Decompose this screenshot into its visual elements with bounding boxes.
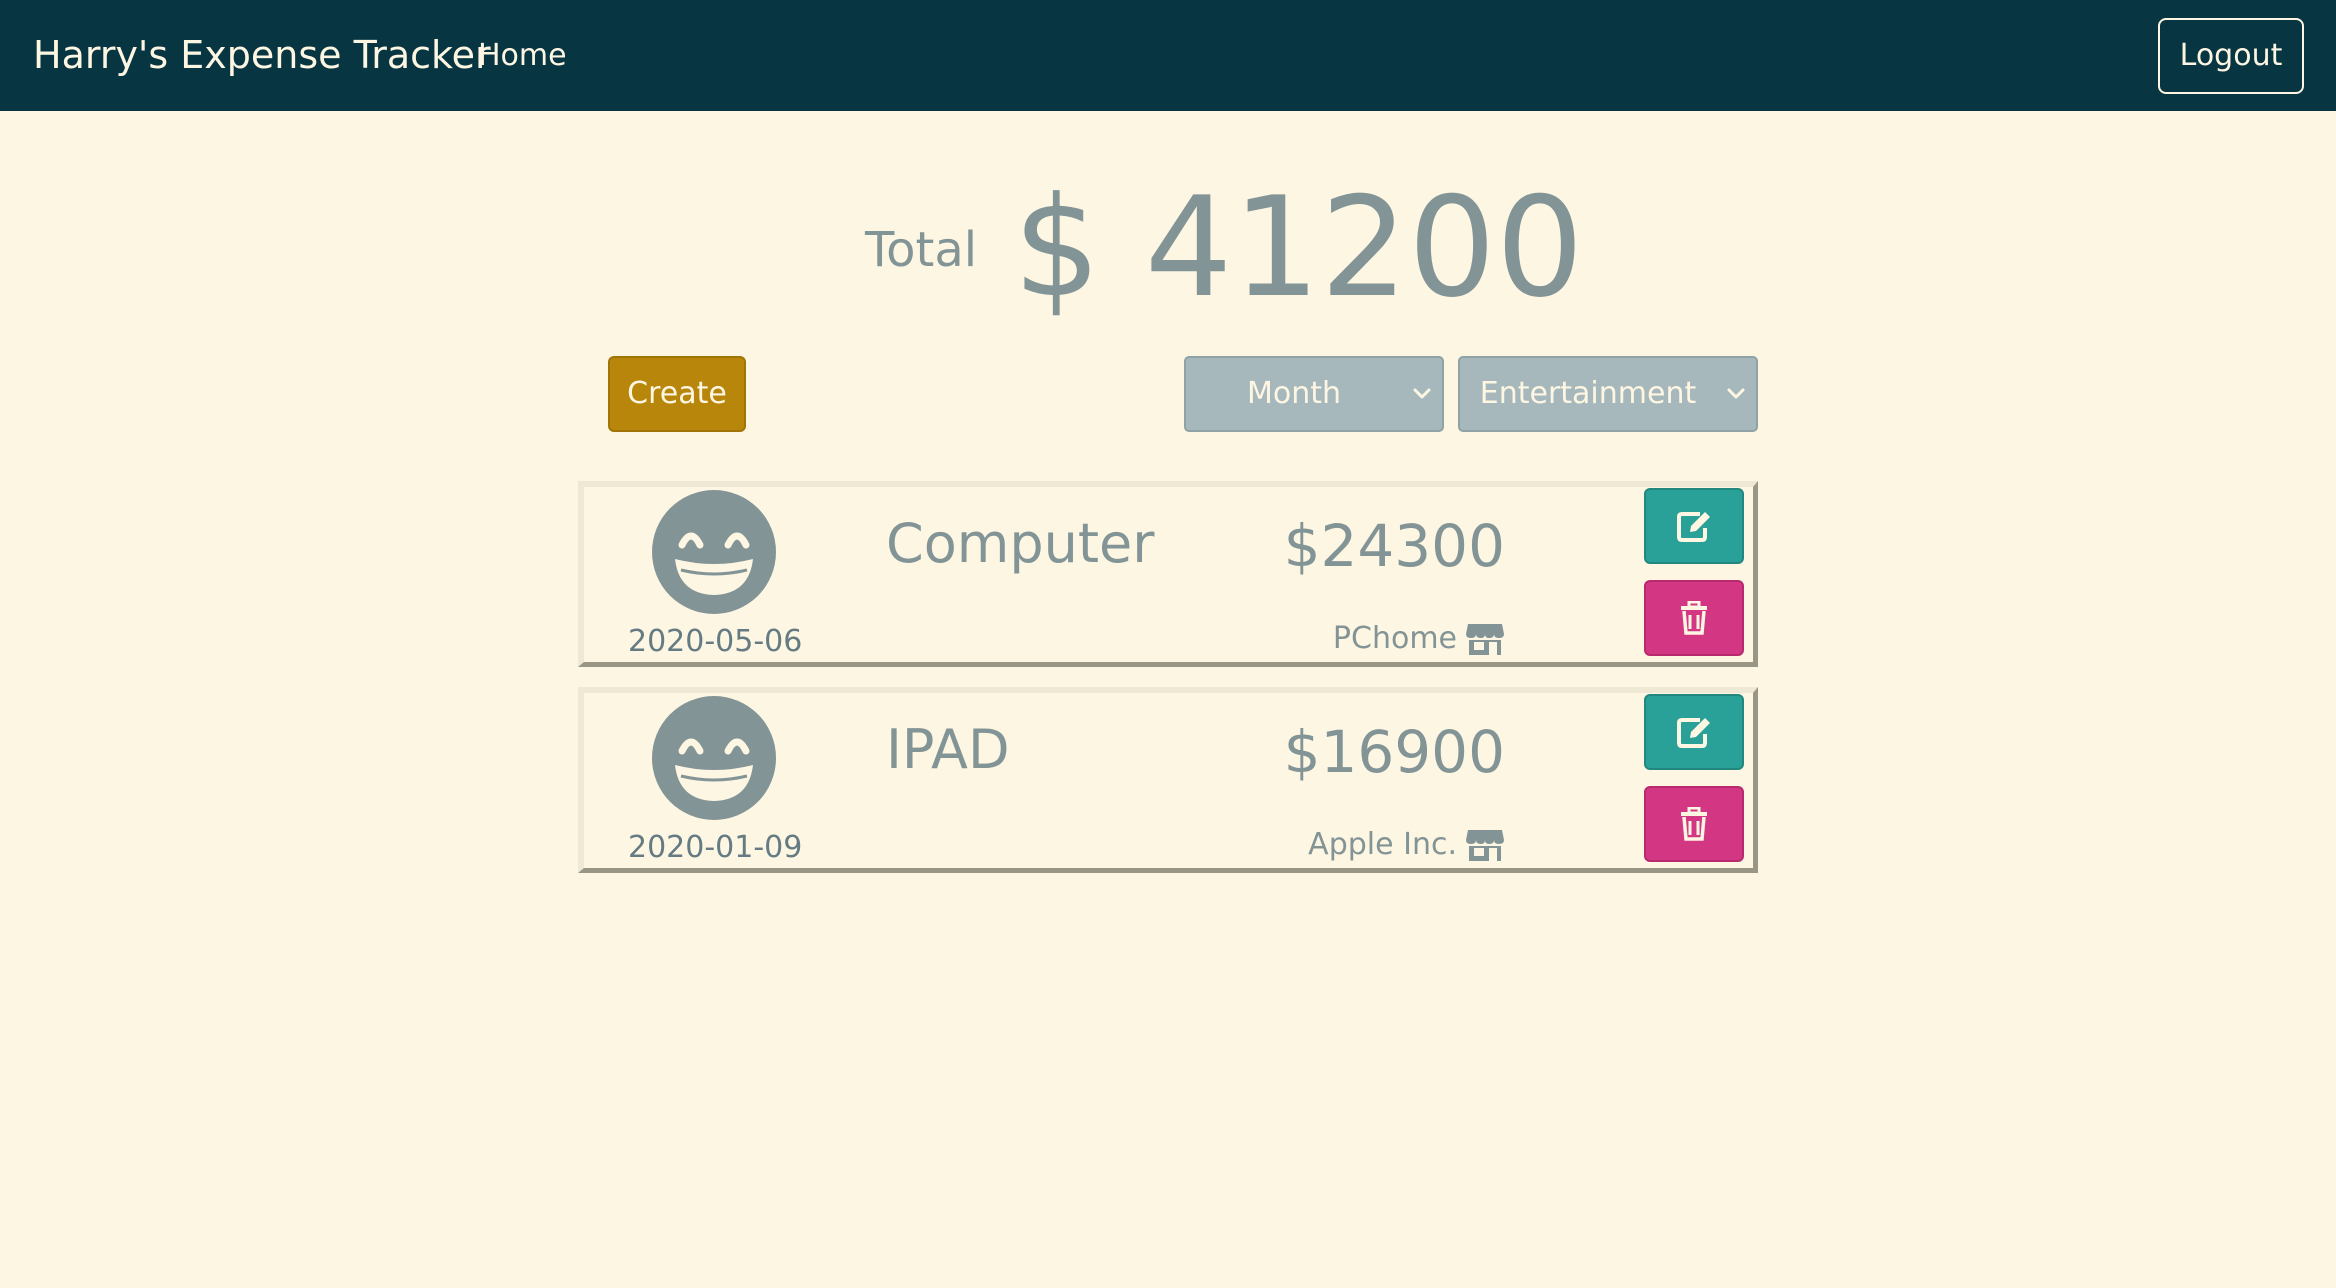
store-icon	[1466, 623, 1504, 655]
record-date: 2020-05-06	[628, 624, 803, 659]
record-card: 2020-05-06 Computer $24300 PChome	[578, 481, 1758, 667]
total-amount: $ 41200	[1013, 167, 1584, 328]
record-card: 2020-01-09 IPAD $16900 Apple Inc.	[578, 687, 1758, 873]
record-merchant-name: Apple Inc.	[1308, 827, 1457, 862]
grin-beam-icon	[652, 490, 776, 614]
chevron-down-icon	[1727, 388, 1745, 399]
chevron-down-icon	[1413, 388, 1431, 399]
record-name: Computer	[886, 512, 1155, 575]
record-amount: $24300	[1283, 512, 1505, 580]
category-select-value: Entertainment	[1479, 376, 1697, 411]
edit-button[interactable]	[1644, 488, 1744, 564]
nav-link-home[interactable]: Home	[478, 0, 567, 111]
store-icon	[1466, 829, 1504, 861]
period-select[interactable]: Month	[1184, 356, 1444, 432]
trash-icon	[1681, 807, 1707, 841]
record-name: IPAD	[886, 718, 1010, 781]
total-label: Total	[865, 222, 978, 278]
grin-beam-icon	[652, 696, 776, 820]
create-button[interactable]: Create	[608, 356, 746, 432]
logout-button[interactable]: Logout	[2158, 18, 2304, 94]
category-select[interactable]: Entertainment	[1458, 356, 1758, 432]
navbar: Harry's Expense Tracker Home Logout	[0, 0, 2336, 111]
trash-icon	[1681, 601, 1707, 635]
edit-icon	[1677, 718, 1710, 748]
brand-title[interactable]: Harry's Expense Tracker	[33, 0, 491, 111]
record-merchant-name: PChome	[1332, 621, 1457, 656]
delete-button[interactable]	[1644, 580, 1744, 656]
period-select-value: Month	[1246, 376, 1342, 411]
edit-icon	[1677, 512, 1710, 542]
edit-button[interactable]	[1644, 694, 1744, 770]
record-amount: $16900	[1283, 718, 1505, 786]
record-merchant: PChome	[1333, 621, 1505, 656]
delete-button[interactable]	[1644, 786, 1744, 862]
record-date: 2020-01-09	[628, 830, 803, 865]
record-merchant: Apple Inc.	[1308, 827, 1505, 862]
